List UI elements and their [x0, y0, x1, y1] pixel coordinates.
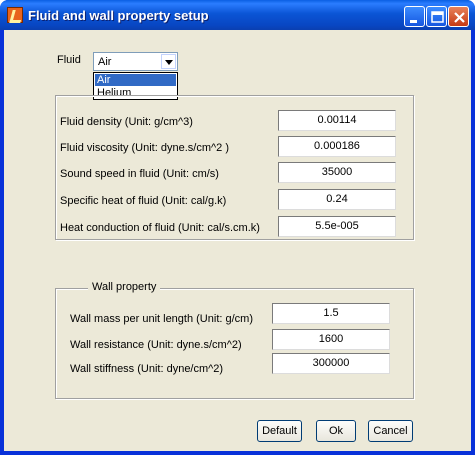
wall-resistance-input[interactable]: 1600: [272, 329, 390, 350]
sound-speed-label: Sound speed in fluid (Unit: cm/s): [60, 168, 219, 180]
fluid-viscosity-input[interactable]: 0.000186: [278, 136, 396, 157]
sound-speed-input[interactable]: 35000: [278, 162, 396, 183]
wall-mass-label: Wall mass per unit length (Unit: g/cm): [70, 313, 253, 325]
matlab-icon: [7, 7, 23, 23]
heat-conduction-label: Heat conduction of fluid (Unit: cal/s.cm…: [60, 222, 260, 234]
title-bar[interactable]: Fluid and wall property setup: [0, 0, 475, 30]
wall-stiffness-label: Wall stiffness (Unit: dyne/cm^2): [70, 363, 224, 375]
close-button[interactable]: [448, 6, 469, 27]
wall-property-panel: Wall property Wall mass per unit length …: [55, 281, 414, 399]
chevron-down-icon[interactable]: [161, 54, 176, 69]
minimize-icon: [410, 20, 417, 23]
wall-mass-input[interactable]: 1.5: [272, 303, 390, 324]
wall-stiffness-input[interactable]: 300000: [272, 353, 390, 374]
specific-heat-label: Specific heat of fluid (Unit: cal/g.k): [60, 195, 227, 207]
fluid-properties-panel: Fluid density (Unit: g/cm^3) 0.00114 Flu…: [55, 95, 414, 240]
ok-button[interactable]: Ok: [316, 420, 356, 442]
fluid-density-input[interactable]: 0.00114: [278, 110, 396, 131]
fluid-label: Fluid: [57, 54, 81, 66]
wall-resistance-label: Wall resistance (Unit: dyne.s/cm^2): [70, 339, 242, 351]
cancel-button[interactable]: Cancel: [368, 420, 413, 442]
dialog-body: Fluid Air Air Helium Fluid density (Unit…: [4, 30, 471, 451]
fluid-select[interactable]: Air: [93, 52, 178, 71]
fluid-option-air[interactable]: Air: [95, 74, 176, 86]
dialog-window: Fluid and wall property setup Fluid Air …: [0, 0, 475, 455]
maximize-icon: [431, 11, 444, 23]
fluid-viscosity-label: Fluid viscosity (Unit: dyne.s/cm^2 ): [60, 142, 229, 154]
default-button[interactable]: Default: [257, 420, 302, 442]
maximize-button[interactable]: [426, 6, 447, 27]
window-title: Fluid and wall property setup: [28, 8, 209, 23]
specific-heat-input[interactable]: 0.24: [278, 189, 396, 210]
fluid-select-value: Air: [98, 56, 112, 68]
heat-conduction-input[interactable]: 5.5e-005: [278, 216, 396, 237]
fluid-density-label: Fluid density (Unit: g/cm^3): [60, 116, 193, 128]
close-icon: [454, 12, 465, 23]
minimize-button[interactable]: [404, 6, 425, 27]
wall-property-title: Wall property: [88, 281, 161, 293]
